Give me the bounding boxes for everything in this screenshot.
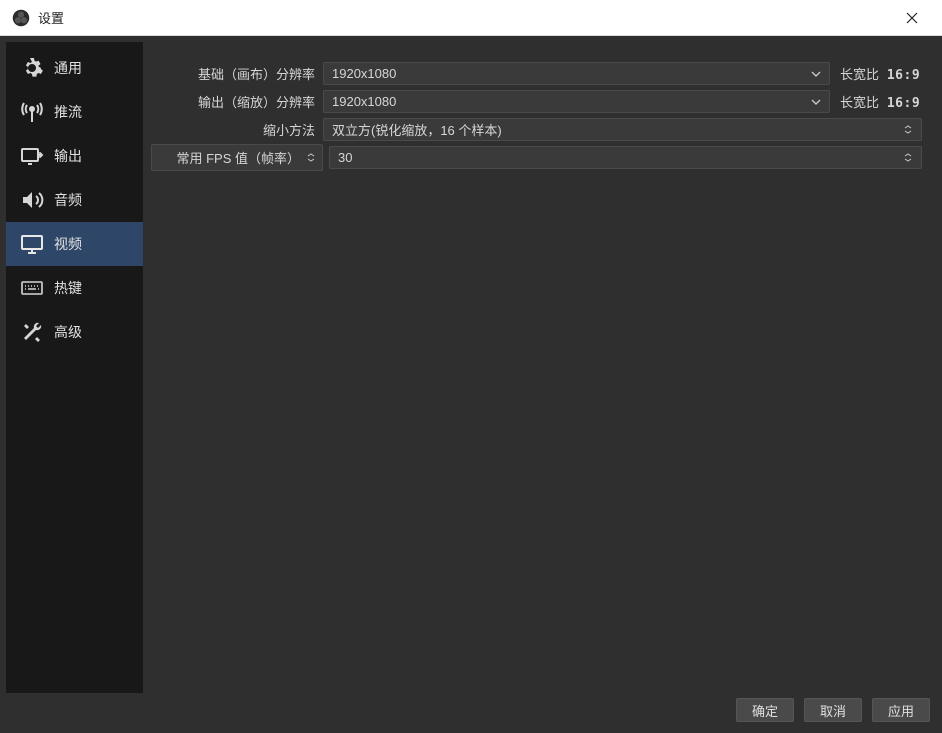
- combo-value: 1920x1080: [332, 66, 809, 81]
- sidebar-item-label: 通用: [54, 58, 82, 78]
- settings-window: 设置 通用: [0, 0, 942, 733]
- cancel-button[interactable]: 取消: [804, 698, 862, 722]
- sidebar-item-label: 音频: [54, 190, 82, 210]
- window-title: 设置: [38, 8, 64, 27]
- spinner-arrows-icon: [901, 125, 915, 134]
- sidebar: 通用 推流: [6, 42, 143, 693]
- app-icon: [12, 9, 30, 27]
- monitor-icon: [20, 232, 44, 256]
- sidebar-item-hotkeys[interactable]: 热键: [6, 266, 143, 310]
- ok-button[interactable]: 确定: [736, 698, 794, 722]
- base-aspect-label: 长宽比 16:9: [830, 64, 922, 83]
- fps-type-selector[interactable]: 常用 FPS 值（帧率）: [151, 144, 323, 171]
- fps-type-label: 常用 FPS 值（帧率）: [176, 148, 300, 167]
- fps-value-combo[interactable]: 30: [329, 146, 922, 169]
- sidebar-item-general[interactable]: 通用: [6, 46, 143, 90]
- scale-method-row: 缩小方法 双立方(锐化缩放，16 个样本): [151, 116, 922, 143]
- keyboard-icon: [20, 276, 44, 300]
- sidebar-item-advanced[interactable]: 高级: [6, 310, 143, 354]
- chevron-down-icon: [809, 71, 823, 77]
- base-resolution-row: 基础（画布）分辨率 1920x1080 长宽比 16:9: [151, 60, 922, 87]
- sidebar-item-output[interactable]: 输出: [6, 134, 143, 178]
- audio-icon: [20, 188, 44, 212]
- spinner-arrows-icon: [901, 153, 915, 162]
- chevron-down-icon: [809, 99, 823, 105]
- footer: 确定 取消 应用: [6, 693, 936, 727]
- fps-row: 常用 FPS 值（帧率） 30: [151, 144, 922, 171]
- titlebar: 设置: [0, 0, 942, 36]
- content-panel: 基础（画布）分辨率 1920x1080 长宽比 16:9 输出（缩放）分辨率: [151, 42, 936, 693]
- sidebar-item-label: 热键: [54, 278, 82, 298]
- base-resolution-combo[interactable]: 1920x1080: [323, 62, 830, 85]
- body: 通用 推流: [6, 42, 936, 693]
- scale-method-combo[interactable]: 双立方(锐化缩放，16 个样本): [323, 118, 922, 141]
- close-button[interactable]: [892, 2, 932, 34]
- output-aspect-label: 长宽比 16:9: [830, 92, 922, 111]
- base-resolution-label: 基础（画布）分辨率: [151, 60, 323, 87]
- sidebar-item-stream[interactable]: 推流: [6, 90, 143, 134]
- spinner-arrows-icon: [304, 153, 318, 162]
- combo-value: 1920x1080: [332, 94, 809, 109]
- close-icon: [906, 12, 918, 24]
- tools-icon: [20, 320, 44, 344]
- gear-icon: [20, 56, 44, 80]
- sidebar-item-label: 视频: [54, 234, 82, 254]
- output-resolution-combo[interactable]: 1920x1080: [323, 90, 830, 113]
- antenna-icon: [20, 100, 44, 124]
- sidebar-item-label: 输出: [54, 146, 82, 166]
- scale-method-label: 缩小方法: [151, 116, 323, 143]
- sidebar-item-audio[interactable]: 音频: [6, 178, 143, 222]
- combo-value: 30: [338, 150, 901, 165]
- output-icon: [20, 144, 44, 168]
- sidebar-item-label: 推流: [54, 102, 82, 122]
- output-resolution-label: 输出（缩放）分辨率: [151, 88, 323, 115]
- output-resolution-row: 输出（缩放）分辨率 1920x1080 长宽比 16:9: [151, 88, 922, 115]
- combo-value: 双立方(锐化缩放，16 个样本): [332, 120, 901, 139]
- sidebar-item-label: 高级: [54, 322, 82, 342]
- apply-button[interactable]: 应用: [872, 698, 930, 722]
- client-area: 通用 推流: [0, 36, 942, 733]
- sidebar-item-video[interactable]: 视频: [6, 222, 143, 266]
